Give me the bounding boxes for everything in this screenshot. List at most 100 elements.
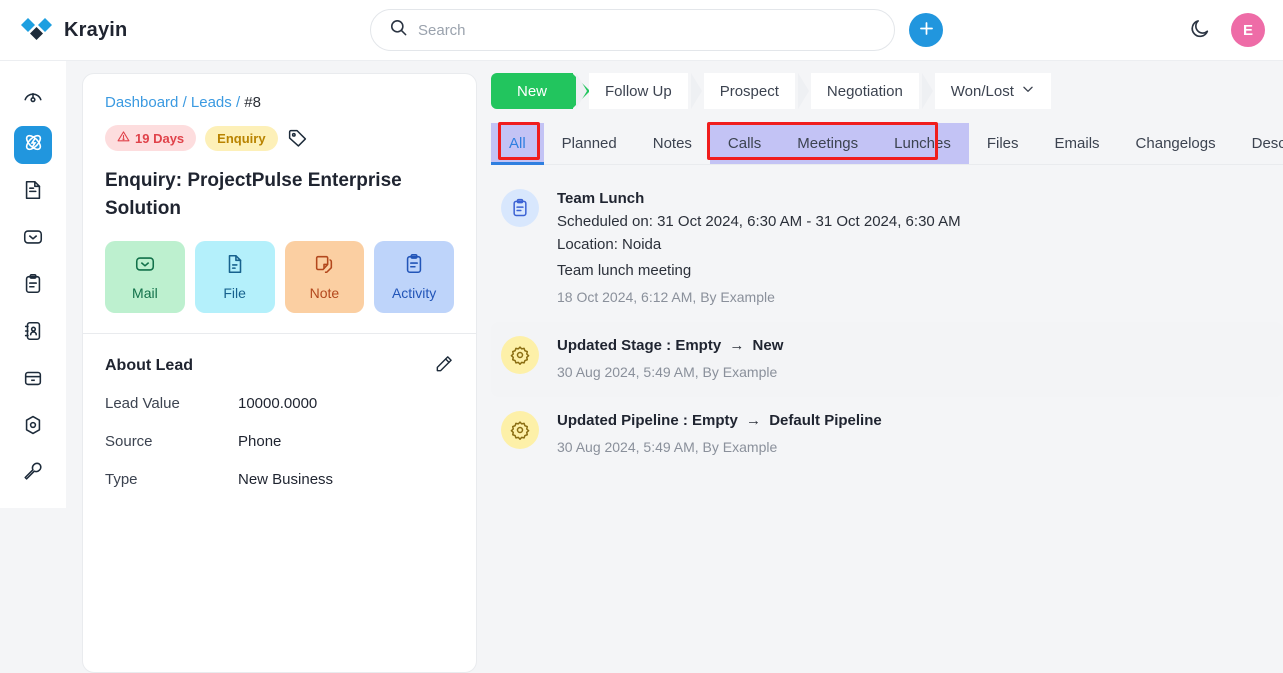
- list-item[interactable]: Updated Stage : Empty → New 30 Aug 2024,…: [491, 322, 1283, 397]
- krayin-diamond-logo-icon: [20, 17, 54, 43]
- quick-action-mail-label: Mail: [132, 285, 158, 301]
- tab-notes[interactable]: Notes: [635, 123, 710, 164]
- breadcrumb: Dashboard / Leads / #8: [105, 94, 454, 111]
- list-item-body: Updated Pipeline : Empty → Default Pipel…: [557, 409, 882, 458]
- gear-icon: [501, 336, 539, 374]
- file-icon: [224, 253, 246, 278]
- edit-about-button[interactable]: [434, 354, 454, 377]
- main-content: Dashboard / Leads / #8 19 Days Enquiry E…: [66, 61, 1283, 673]
- pipeline-stage-prospect[interactable]: Prospect: [703, 73, 795, 109]
- about-row-key: Type: [105, 471, 138, 488]
- tab-description[interactable]: Description: [1234, 123, 1283, 164]
- list-item-body: Updated Stage : Empty → New 30 Aug 2024,…: [557, 334, 783, 383]
- about-lead-header: About Lead: [105, 354, 454, 377]
- hexagon-gear-icon: [22, 414, 44, 441]
- clipboard-icon: [501, 189, 539, 227]
- brand[interactable]: Krayin: [0, 17, 350, 43]
- about-lead-title: About Lead: [105, 356, 193, 374]
- sidebar-item-contacts[interactable]: [14, 314, 52, 352]
- pipeline-stage-bar: New Follow Up Prospect Negotiation Won/L…: [491, 73, 1283, 109]
- sidebar-item-configuration[interactable]: [14, 455, 52, 493]
- sidebar-item-leads[interactable]: [14, 126, 52, 164]
- avatar-initial: E: [1242, 21, 1253, 39]
- brand-name: Krayin: [64, 18, 128, 41]
- tab-planned[interactable]: Planned: [544, 123, 635, 164]
- wrench-icon: [22, 461, 44, 488]
- breadcrumb-leads[interactable]: Leads: [191, 94, 232, 111]
- lead-badges: 19 Days Enquiry: [105, 125, 454, 151]
- quick-action-activity[interactable]: Activity: [374, 241, 454, 313]
- about-row: Source Phone: [105, 433, 454, 450]
- activity-title-prefix: Updated Pipeline : Empty: [557, 412, 738, 429]
- gear-icon: [501, 411, 539, 449]
- sidebar-item-settings[interactable]: [14, 408, 52, 446]
- activity-title-suffix: New: [752, 337, 784, 354]
- breadcrumb-separator-2: /: [235, 94, 241, 111]
- tag-icon[interactable]: [287, 128, 308, 149]
- tab-changelogs[interactable]: Changelogs: [1118, 123, 1234, 164]
- tab-all[interactable]: All: [491, 123, 544, 165]
- stage-chevron-3: [797, 73, 809, 109]
- stage-chevron-1: [576, 73, 588, 109]
- list-item[interactable]: Team Lunch Scheduled on: 31 Oct 2024, 6:…: [491, 175, 1283, 322]
- note-icon: [313, 253, 335, 278]
- quick-action-note[interactable]: Note: [284, 241, 365, 313]
- pipeline-stage-negotiation[interactable]: Negotiation: [810, 73, 919, 109]
- sidebar-item-products[interactable]: [14, 361, 52, 399]
- tab-lunches[interactable]: Lunches: [876, 123, 969, 164]
- about-row-value: New Business: [238, 471, 334, 488]
- activity-title: Updated Stage : Empty → New: [557, 334, 783, 357]
- breadcrumb-dashboard[interactable]: Dashboard: [105, 94, 178, 111]
- clipboard-icon: [22, 273, 44, 300]
- activity-description: Team lunch meeting: [557, 262, 692, 279]
- pipeline-stage-won-lost[interactable]: Won/Lost: [934, 73, 1051, 109]
- quick-action-activity-label: Activity: [391, 285, 437, 301]
- clipboard-icon: [403, 253, 425, 278]
- activity-meta: 30 Aug 2024, 5:49 AM, By Example: [557, 439, 778, 455]
- tab-meetings[interactable]: Meetings: [779, 123, 877, 164]
- divider: [83, 333, 476, 334]
- tab-files[interactable]: Files: [969, 123, 1037, 164]
- box-icon: [22, 367, 44, 394]
- tab-calls[interactable]: Calls: [709, 123, 780, 164]
- breadcrumb-separator-1: /: [182, 94, 187, 111]
- chevron-down-icon: [1021, 82, 1035, 100]
- sidebar-item-dashboard[interactable]: [14, 79, 52, 117]
- tab-emails[interactable]: Emails: [1037, 123, 1118, 164]
- leads-atom-icon: [22, 131, 45, 159]
- quick-action-mail[interactable]: Mail: [105, 241, 185, 313]
- pipeline-stage-new[interactable]: New: [491, 73, 591, 109]
- search-input[interactable]: [418, 21, 858, 39]
- activity-title: Updated Pipeline : Empty → Default Pipel…: [557, 409, 882, 432]
- about-row-value: 10000.0000: [238, 395, 318, 412]
- status-badge-days-label: 19 Days: [135, 130, 185, 146]
- list-item[interactable]: Updated Pipeline : Empty → Default Pipel…: [491, 397, 1283, 472]
- activity-title-prefix: Updated Stage : Empty: [557, 337, 722, 354]
- pipeline-stage-follow-up[interactable]: Follow Up: [589, 73, 688, 109]
- page-title: Enquiry: ProjectPulse Enterprise Solutio…: [105, 170, 402, 219]
- top-header: Krayin E: [0, 0, 1283, 61]
- activity-schedule: Scheduled on: 31 Oct 2024, 6:30 AM - 31 …: [557, 213, 961, 230]
- envelope-icon: [22, 226, 44, 253]
- list-item-body: Team Lunch Scheduled on: 31 Oct 2024, 6:…: [557, 187, 961, 308]
- create-button[interactable]: [909, 13, 943, 47]
- sidebar-item-quotes[interactable]: [14, 173, 52, 211]
- activity-title-suffix: Default Pipeline: [769, 412, 882, 429]
- sidebar-item-mail[interactable]: [14, 220, 52, 258]
- avatar[interactable]: E: [1231, 13, 1265, 47]
- activity-title: Team Lunch: [557, 190, 645, 207]
- theme-toggle-button[interactable]: [1189, 18, 1211, 43]
- address-book-icon: [22, 320, 44, 347]
- activity-location: Location: Noida: [557, 236, 662, 253]
- speedometer-icon: [22, 85, 44, 112]
- activity-tabs: All Planned Notes Calls Meetings Lunches…: [491, 123, 1283, 165]
- stage-chevron-4: [921, 73, 933, 109]
- search-box[interactable]: [370, 9, 895, 51]
- status-badge-type: Enquiry: [205, 125, 278, 151]
- arrow-right-icon: →: [729, 337, 745, 354]
- arrow-right-icon: →: [746, 412, 762, 429]
- sidebar-item-activities[interactable]: [14, 267, 52, 305]
- about-row-key: Source: [105, 433, 153, 450]
- quick-action-file[interactable]: File: [194, 241, 275, 313]
- pencil-icon: [434, 354, 454, 377]
